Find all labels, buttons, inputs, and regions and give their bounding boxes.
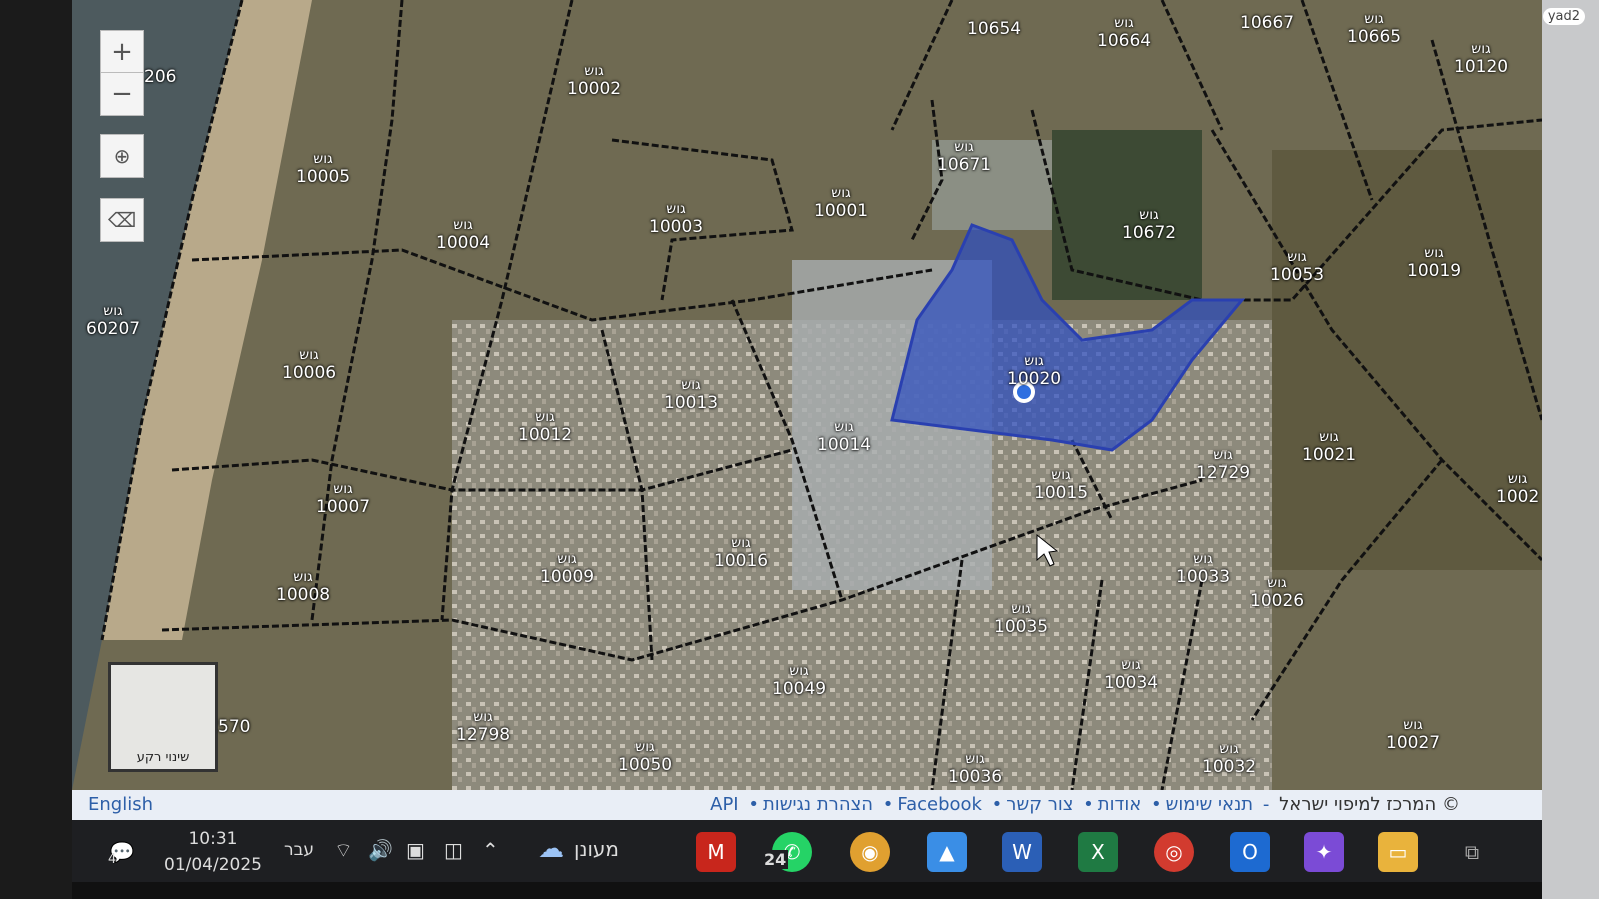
eraser-button[interactable]: ⌫ <box>100 198 144 242</box>
basemap-switcher[interactable]: שינוי רקע <box>108 662 218 772</box>
antivirus-app-icon[interactable]: M <box>696 832 736 872</box>
parcel-label[interactable]: גוש 10005 <box>296 150 350 186</box>
parcel-label[interactable]: גוש 10665 <box>1347 10 1401 46</box>
excel-icon[interactable]: X <box>1078 832 1118 872</box>
parcel-label[interactable]: גוש 1002 <box>1496 470 1539 506</box>
whatsapp-badge: 24 <box>762 850 789 869</box>
notification-count: 4 <box>108 852 117 867</box>
cloud-icon: ☁ <box>538 834 564 864</box>
eraser-icon: ⌫ <box>107 208 137 232</box>
zoom-in-button[interactable]: + <box>100 30 144 74</box>
map-footer: English © המרכז למיפוי ישראל - תנאי שימו… <box>72 790 1542 820</box>
parcel-label[interactable]: גוש 10053 <box>1270 248 1324 284</box>
parcel-label[interactable]: גוש 10034 <box>1104 656 1158 692</box>
task-view-icon[interactable]: ⧉ <box>1452 832 1492 872</box>
parcel-label[interactable]: 206 <box>144 68 176 86</box>
clock-date: 01/04/2025 <box>164 855 262 875</box>
parcel-label[interactable]: גוש 10002 <box>567 62 621 98</box>
parcel-label[interactable]: גוש 10035 <box>994 600 1048 636</box>
parcel-label[interactable]: גוש 10026 <box>1250 574 1304 610</box>
parcel-label[interactable]: גוש 10004 <box>436 216 490 252</box>
file-explorer-icon[interactable]: ▭ <box>1378 832 1418 872</box>
clock-time: 10:31 <box>188 829 238 849</box>
parcel-label[interactable]: גוש 10664 <box>1097 14 1151 50</box>
parcel-label[interactable]: גוש 10008 <box>276 568 330 604</box>
footer-link[interactable]: Facebook <box>897 794 982 815</box>
monitor-bezel-left <box>0 0 72 899</box>
parcel-label[interactable]: גוש 10021 <box>1302 428 1356 464</box>
zoom-out-button[interactable]: − <box>100 72 144 116</box>
footer-link[interactable]: API <box>710 794 738 815</box>
input-language[interactable]: עבר <box>284 840 314 860</box>
volume-icon[interactable]: 🔊 <box>368 838 393 862</box>
plus-icon: + <box>111 37 133 67</box>
minus-icon: − <box>111 79 133 109</box>
parcel-label[interactable]: 10667 <box>1240 14 1294 32</box>
basemap-switcher-label: שינוי רקע <box>136 750 190 765</box>
footer-link[interactable]: תנאי שימוש <box>1166 794 1253 815</box>
meet-now-icon[interactable]: ◫ <box>444 838 463 862</box>
parcel-label[interactable]: גוש 60207 <box>86 302 140 338</box>
photos-app-icon[interactable]: ▲ <box>927 832 967 872</box>
parcel-label[interactable]: גוש 10050 <box>618 738 672 774</box>
display-icon[interactable]: ▣ <box>406 838 425 862</box>
copilot-icon[interactable]: ✦ <box>1304 832 1344 872</box>
browser-viewport: גוש 10002 גוש 10003 גוש 10001 גוש 10671 גוש 1… <box>72 0 1542 820</box>
parcel-label[interactable]: גוש 10033 <box>1176 550 1230 586</box>
weather-text: מעונן <box>574 837 620 861</box>
parcel-label[interactable]: גוש 10007 <box>316 480 370 516</box>
language-link[interactable]: English <box>88 794 153 815</box>
wifi-icon[interactable]: ⌔ <box>334 838 353 863</box>
parcel-label[interactable]: גוש 10013 <box>664 376 718 412</box>
parcel-label[interactable]: גוש 10036 <box>948 750 1002 786</box>
chrome-icon[interactable]: ◎ <box>1154 832 1194 872</box>
parcel-label[interactable]: גוש 10014 <box>817 418 871 454</box>
parcel-label[interactable]: גוש 10120 <box>1454 40 1508 76</box>
parcel-label[interactable]: גוש 10019 <box>1407 244 1461 280</box>
parcel-label[interactable]: גוש 10001 <box>814 184 868 220</box>
parcel-label[interactable]: 10654 <box>967 20 1021 38</box>
parcel-label[interactable]: גוש 12729 <box>1196 446 1250 482</box>
aerial-map[interactable]: גוש 10002 גוש 10003 גוש 10001 גוש 10671 גוש 1… <box>72 0 1542 790</box>
monitor-bezel-right <box>1542 0 1599 899</box>
footer-link[interactable]: אודות <box>1098 794 1142 815</box>
parcel-label[interactable]: גוש 10672 <box>1122 206 1176 242</box>
parcel-label[interactable]: גוש 10049 <box>772 662 826 698</box>
chevron-up-icon[interactable]: ⌃ <box>482 838 499 862</box>
parcel-label[interactable]: גוש 10027 <box>1386 716 1440 752</box>
parcel-label: 570 <box>218 717 251 737</box>
magnifier-plus-icon: ⊕ <box>113 144 131 168</box>
outlook-icon[interactable]: O <box>1230 832 1270 872</box>
parcel-label[interactable]: גוש 12798 <box>456 708 510 744</box>
chrome-profile-icon[interactable]: ◉ <box>850 832 890 872</box>
clock[interactable]: 10:31 01/04/2025 <box>164 826 262 878</box>
parcel-label[interactable]: גוש 10016 <box>714 534 768 570</box>
windows-taskbar: 💬 4 10:31 01/04/2025 עבר ⌔ 🔊 ▣ ◫ ⌃ ☁ מעו… <box>72 820 1542 882</box>
parcel-label[interactable]: גוש 10012 <box>518 408 572 444</box>
weather-widget[interactable]: ☁ מעונן <box>538 834 619 864</box>
parcel-label[interactable]: גוש 10003 <box>649 200 703 236</box>
parcel-label[interactable]: גוש 10671 <box>937 138 991 174</box>
word-icon[interactable]: W <box>1002 832 1042 872</box>
copyright-text: © המרכז למיפוי ישראל <box>1279 794 1460 815</box>
parcel-label[interactable]: גוש 10020 <box>1007 352 1061 388</box>
footer-link[interactable]: צור קשר <box>1006 794 1073 815</box>
parcel-label[interactable]: גוש 10006 <box>282 346 336 382</box>
footer-links: © המרכז למיפוי ישראל - תנאי שימוש• אודות… <box>710 794 1460 815</box>
parcel-label[interactable]: גוש 10015 <box>1034 466 1088 502</box>
watermark-logo: yad2 <box>1542 8 1585 25</box>
parcel-label[interactable]: גוש 10009 <box>540 550 594 586</box>
zoom-area-button[interactable]: ⊕ <box>100 134 144 178</box>
parcel-label[interactable]: גוש 10032 <box>1202 740 1256 776</box>
footer-link[interactable]: הצהרת נגישות <box>763 794 873 815</box>
